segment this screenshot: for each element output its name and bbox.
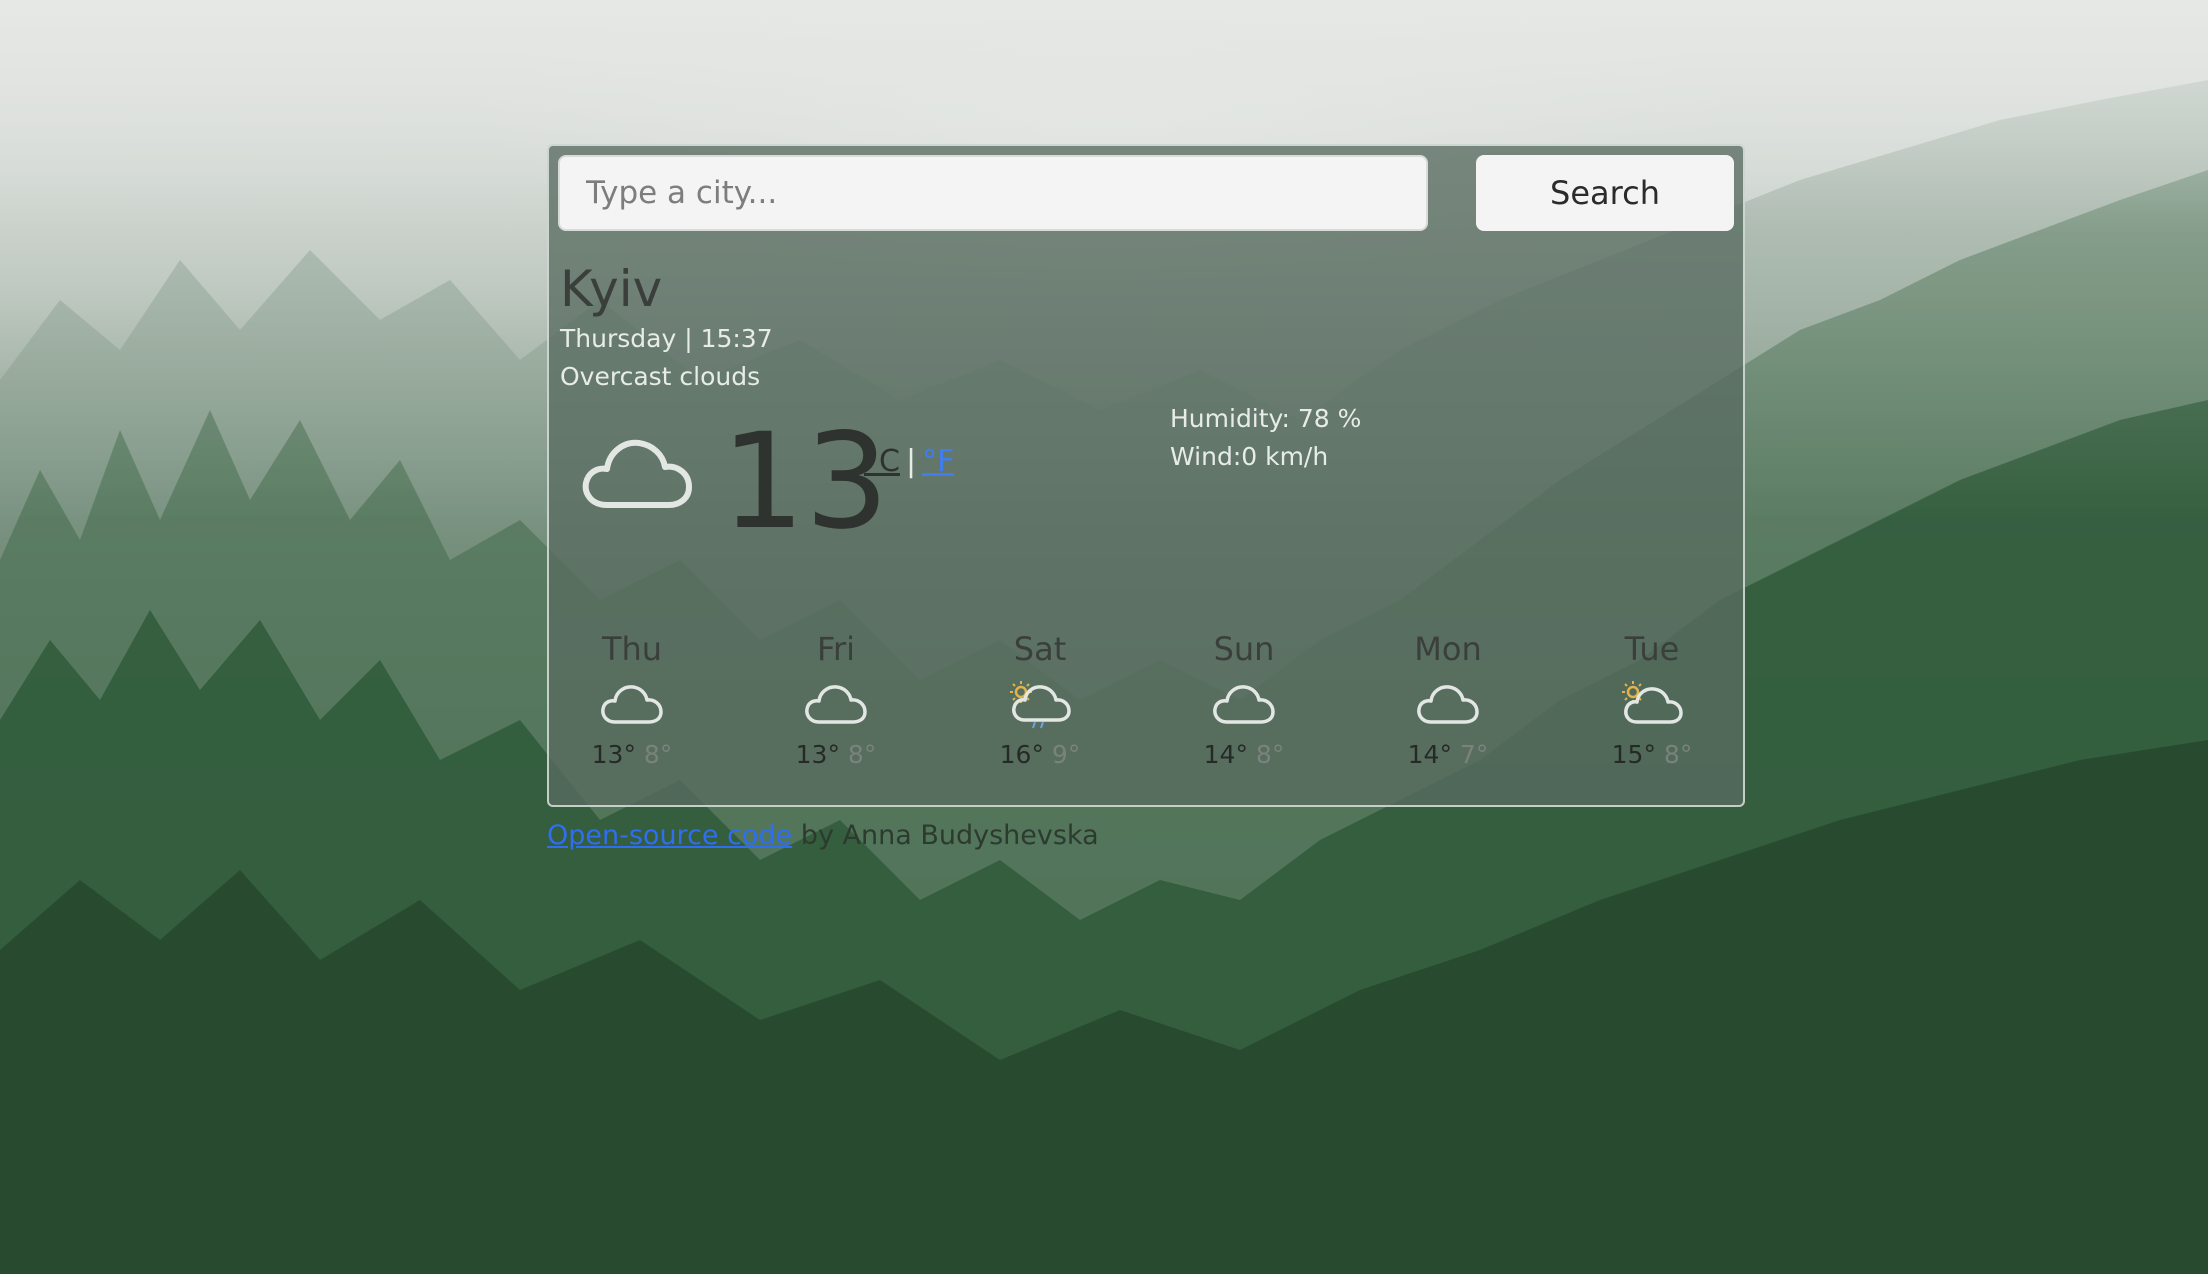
humidity: Humidity: 78 %: [1170, 404, 1362, 433]
forecast-temps: 14° 8°: [1174, 740, 1314, 769]
forecast-day-fri: Fri 13° 8°: [766, 630, 906, 769]
forecast-day-name: Thu: [601, 630, 663, 668]
forecast-min: 9°: [1051, 740, 1081, 769]
cloud-icon: [601, 685, 663, 724]
sun-rain-cloud-icon: [1010, 681, 1071, 729]
search-button[interactable]: Search: [1476, 155, 1734, 231]
date-time: Thursday | 15:37: [560, 324, 773, 353]
weather-app-panel: Search Kyiv Thursday | 15:37 Overcast cl…: [547, 144, 1745, 807]
cloud-icon: [805, 685, 867, 724]
forecast-day-tue: Tue 15° 8°: [1582, 630, 1722, 769]
forecast-min: 8°: [643, 740, 673, 769]
forecast-day-name: Tue: [1624, 630, 1680, 668]
sun-cloud-icon: [1622, 681, 1683, 724]
unit-switch: °C | °F: [864, 444, 954, 479]
wind-speed: Wind:0 km/h: [1170, 442, 1329, 471]
forecast-temps: 13° 8°: [562, 740, 702, 769]
forecast-min: 8°: [1663, 740, 1693, 769]
forecast-day-mon: Mon 14° 7°: [1378, 630, 1518, 769]
forecast-min: 8°: [847, 740, 877, 769]
forecast-temps: 15° 8°: [1582, 740, 1722, 769]
search-form: Search: [558, 155, 1734, 231]
celsius-link[interactable]: °C: [864, 444, 900, 479]
forecast-day-name: Fri: [816, 630, 856, 668]
forecast-max: 13°: [591, 740, 636, 769]
fahrenheit-link[interactable]: °F: [922, 444, 954, 479]
forecast-temps: 13° 8°: [766, 740, 906, 769]
unit-separator: |: [905, 444, 917, 479]
weather-description: Overcast clouds: [560, 362, 761, 391]
forecast-day-thu: Thu 13° 8°: [562, 630, 702, 769]
forecast-max: 14°: [1407, 740, 1452, 769]
forecast-max: 14°: [1203, 740, 1248, 769]
cloud-icon: [1213, 685, 1275, 724]
forecast: Thu 13° 8° Fri 13° 8° Sat 16° 9° Sun 14°…: [549, 630, 1743, 800]
forecast-max: 16°: [999, 740, 1044, 769]
current-temperature: 13: [721, 405, 889, 559]
forecast-day-name: Sat: [1013, 630, 1067, 668]
footer: Open-source code by Anna Budyshevska: [547, 820, 1099, 851]
footer-byline: by Anna Budyshevska: [792, 820, 1099, 851]
forecast-day-sat: Sat 16° 9°: [970, 630, 1110, 769]
city-search-input[interactable]: [558, 155, 1428, 231]
forecast-temps: 14° 7°: [1378, 740, 1518, 769]
open-source-link[interactable]: Open-source code: [547, 820, 792, 851]
forecast-min: 8°: [1255, 740, 1285, 769]
cloud-icon: [582, 439, 692, 508]
forecast-min: 7°: [1459, 740, 1489, 769]
forecast-temps: 16° 9°: [970, 740, 1110, 769]
forecast-max: 15°: [1611, 740, 1656, 769]
forecast-day-sun: Sun 14° 8°: [1174, 630, 1314, 769]
forecast-max: 13°: [795, 740, 840, 769]
forecast-day-name: Mon: [1414, 630, 1482, 668]
forecast-day-name: Sun: [1213, 630, 1275, 668]
cloud-icon: [1417, 685, 1479, 724]
weather-details: Humidity: 78 % Wind:0 km/h: [1170, 400, 1361, 476]
city-name: Kyiv: [560, 260, 663, 318]
